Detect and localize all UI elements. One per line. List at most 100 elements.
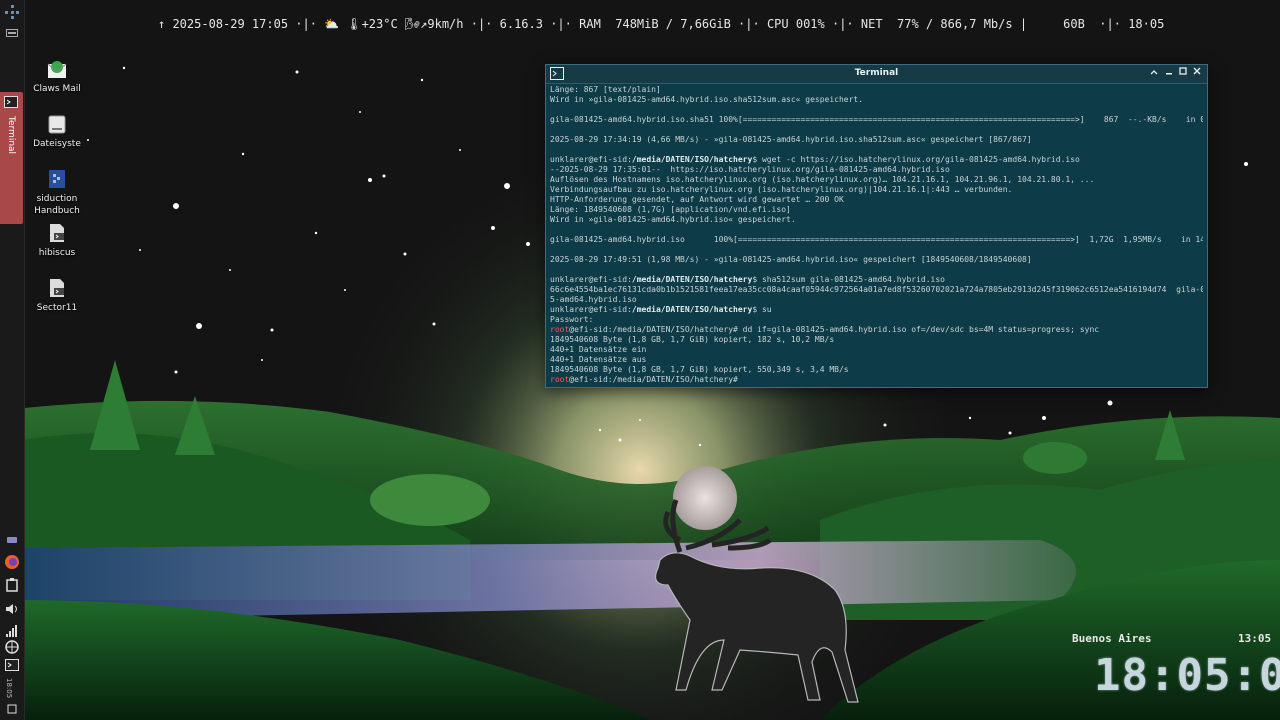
prompt-user-host: unklarer@efi-sid: — [550, 155, 632, 164]
command-text: # dd if=gila-081425-amd64.hybrid.iso of=… — [733, 325, 1100, 334]
minimize-button[interactable] — [1163, 67, 1175, 79]
app-menu-button[interactable] — [3, 3, 21, 21]
taskbar-item-terminal[interactable]: Terminal — [0, 92, 23, 224]
root-prompt: root — [550, 375, 570, 384]
terminal-line: 1849540608 Byte (1,8 GB, 1,7 GiB) kopier… — [550, 335, 835, 344]
updates-tray-button[interactable] — [3, 638, 21, 656]
desktop-icon-label: hibiscus — [38, 248, 76, 258]
desktop-icon-dateisystem[interactable]: Dateisyste — [25, 113, 89, 150]
terminal-line: Verbindungsaufbau zu iso.hatcherylinux.o… — [550, 185, 1013, 194]
script-icon — [50, 279, 64, 297]
terminal-line: 1849540608 Byte (1,8 GB, 1,7 GiB) kopier… — [550, 365, 849, 374]
terminal-title: Terminal — [854, 68, 899, 78]
terminal-line: root@efi-sid:/media/DATEN/ISO/hatchery# — [550, 375, 1203, 385]
terminal-icon — [5, 659, 19, 671]
script-icon — [50, 224, 64, 242]
terminal-line: Wird in »gila-081425-amd64.hybrid.iso.sh… — [550, 95, 864, 104]
volume-tray-button[interactable] — [3, 600, 21, 618]
system-monitor-bar: ↑ 2025-08-29 17:05 ·|· ⛅ 🌡+23°C 🌬↗9km/h … — [158, 17, 1164, 33]
manual-icon — [49, 170, 65, 188]
ram-segment: RAM 748MiB / 7,66GiB ·|· — [571, 17, 760, 31]
prompt-path: /media/DATEN/ISO/hatchery — [631, 305, 753, 314]
world-clock-city-time: 13:05 — [1238, 632, 1272, 645]
terminal-line: --2025-08-29 17:35:01-- https://iso.hatc… — [550, 165, 950, 174]
maximize-icon — [1179, 67, 1187, 75]
net-segment: NET 77% / 866,7 Mb/s | — [853, 17, 1028, 31]
terminal-line: Auflösen des Hostnamens iso.hatcherylinu… — [550, 175, 1095, 184]
firefox-launcher[interactable] — [3, 553, 21, 571]
panel-clock[interactable]: 18:05 — [5, 678, 13, 698]
terminal-line: unklarer@efi-sid:/media/DATEN/ISO/hatche… — [550, 155, 1203, 165]
terminal-line: 440+1 Datensätze aus — [550, 355, 647, 364]
desktop-icon-hibiscus[interactable]: hibiscus — [25, 222, 89, 259]
maximize-button[interactable] — [1177, 67, 1189, 79]
prompt-path: /media/DATEN/ISO/hatchery — [631, 155, 753, 164]
close-icon — [1193, 67, 1201, 75]
command-text: $ sha512sum gila-081425-amd64.hybrid.iso — [752, 275, 945, 284]
globe-icon — [5, 640, 19, 654]
terminal-line: Länge: 1849540608 (1,7G) [application/vn… — [550, 205, 791, 214]
terminal-line: unklarer@efi-sid:/media/DATEN/ISO/hatche… — [550, 305, 1203, 315]
terminal-output[interactable]: Länge: 867 [text/plain] Wird in »gila-081… — [546, 84, 1207, 386]
desktop-icon-label: siduction Handbuch — [34, 194, 80, 216]
terminal-line: Wird in »gila-081425-amd64.hybrid.iso« g… — [550, 215, 796, 224]
terminal-window[interactable]: Terminal Länge: 867 [text/plain] Wird in … — [545, 64, 1208, 388]
terminal-titlebar[interactable]: Terminal — [546, 65, 1207, 84]
big-digital-clock: 18:05:08 — [1094, 650, 1280, 701]
terminal-line: 2025-08-29 17:34:19 (4,66 MB/s) - »gila-… — [550, 135, 1032, 144]
command-text: $ wget -c https://iso.hatcherylinux.org/… — [752, 155, 1080, 164]
clipboard-icon — [6, 578, 18, 592]
signal-bars-icon — [6, 625, 17, 637]
world-clock-city: Buenos Aires — [1072, 632, 1152, 645]
mail-icon — [47, 61, 67, 78]
chat-tray-button[interactable] — [3, 532, 21, 550]
left-panel: Terminal 18:05 — [0, 0, 25, 720]
datetime-segment: ↑ 2025-08-29 17:05 ·|· — [158, 17, 317, 31]
shade-button[interactable] — [1148, 67, 1160, 79]
desktop-icon-claws-mail[interactable]: Claws Mail — [25, 58, 89, 95]
command-text: # — [733, 375, 738, 384]
close-button[interactable] — [1191, 67, 1203, 79]
terminal-line: HTTP-Anforderung gesendet, auf Antwort w… — [550, 195, 844, 204]
speaker-icon — [6, 604, 17, 614]
terminal-icon — [4, 96, 18, 108]
desktop-icon-label: Dateisyste — [33, 139, 81, 149]
terminal-line: 440+1 Datensätze ein — [550, 345, 647, 354]
terminal-line: root@efi-sid:/media/DATEN/ISO/hatchery# … — [550, 325, 1203, 335]
prompt-user-host: unklarer@efi-sid: — [550, 275, 632, 284]
drive-icon — [48, 115, 66, 134]
terminal-line: Passwort: — [550, 315, 594, 324]
show-desktop-button[interactable] — [3, 24, 21, 42]
chat-icon — [7, 537, 17, 543]
chevron-up-icon — [1150, 70, 1158, 75]
terminal-tray-button[interactable] — [3, 656, 21, 674]
prompt-host-path: @efi-sid:/media/DATEN/ISO/hatchery — [569, 325, 734, 334]
terminal-line: 5-amd64.hybrid.iso — [550, 295, 637, 304]
terminal-line: 2025-08-29 17:49:51 (1,98 MB/s) - »gila-… — [550, 255, 1032, 264]
terminal-line: 66c6e4554ba1ec76131cda0b1b1521581feea17e… — [550, 285, 1203, 294]
logout-button[interactable] — [3, 700, 21, 718]
prompt-user-host: unklarer@efi-sid: — [550, 305, 632, 314]
extra-segment: 60B ·|· 18·05 — [1027, 17, 1165, 31]
minimize-icon — [1166, 73, 1172, 75]
desktop-icon-sector11[interactable]: Sector11 — [25, 277, 89, 314]
desktop-icon — [6, 29, 18, 37]
root-prompt: root — [550, 325, 570, 334]
terminal-line: Länge: 867 [text/plain] — [550, 85, 661, 94]
firefox-icon — [5, 555, 19, 569]
weather-segment: ⛅ 🌡+23°C 🌬↗9km/h — [316, 17, 471, 31]
desktop-icon-label: Claws Mail — [33, 84, 81, 94]
terminal-line: gila-081425-amd64.hybrid.iso.sha51 100%[… — [550, 115, 1203, 124]
prompt-path: /media/DATEN/ISO/hatchery — [631, 275, 753, 284]
clipboard-tray-button[interactable] — [3, 576, 21, 594]
command-text: $ su — [752, 305, 772, 314]
desktop-icon-siduction-handbuch[interactable]: siduction Handbuch — [25, 168, 89, 217]
taskbar-item-label: Terminal — [6, 116, 16, 155]
power-icon — [7, 704, 17, 714]
